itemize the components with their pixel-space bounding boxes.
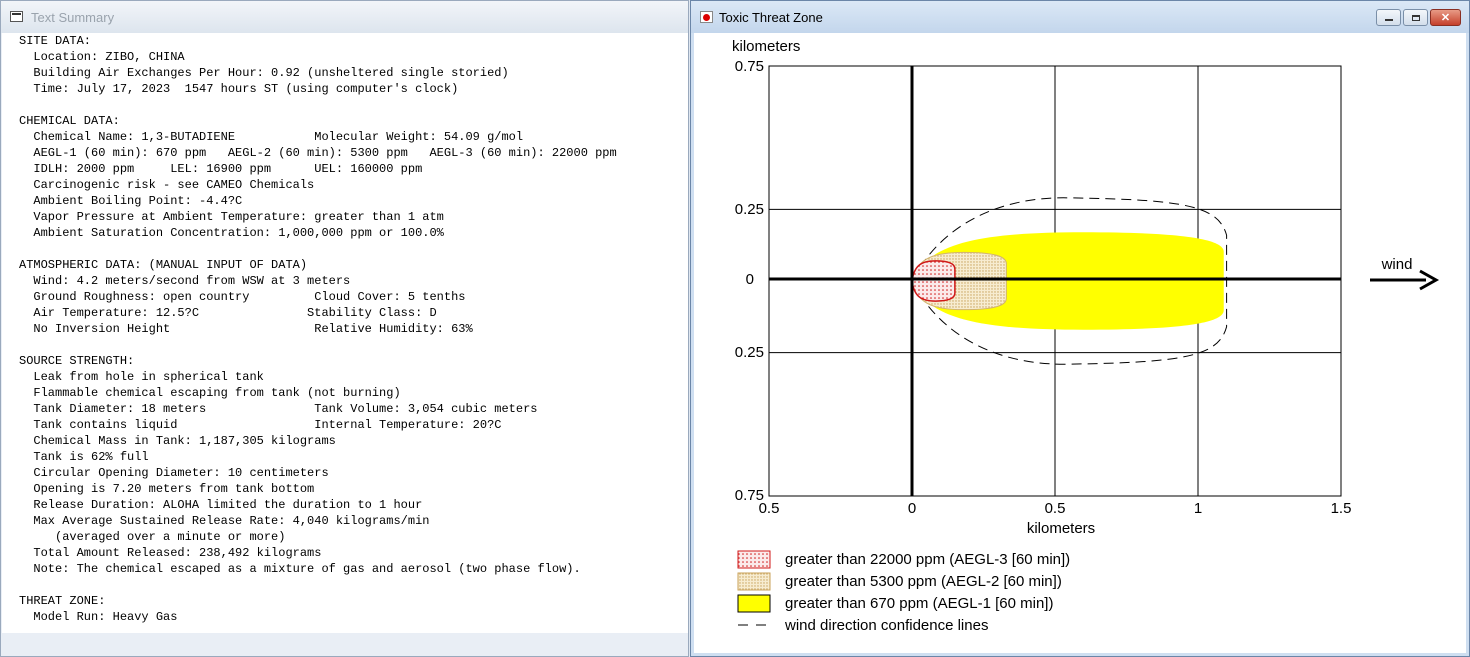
threat-zone-plot: kilometers 0.75 0.25 0 0.25 0.75 0.5 0 0… <box>732 38 1440 634</box>
y-tick-label: 0.25 <box>735 344 764 361</box>
maximize-icon <box>1411 14 1420 21</box>
legend-label-aegl3: greater than 22000 ppm (AEGL-3 [60 min]) <box>785 551 1070 568</box>
x-tick-label: 1.5 <box>1331 500 1352 517</box>
text-summary-body[interactable]: SITE DATA: Location: ZIBO, CHINA Buildin… <box>2 33 688 633</box>
close-button[interactable]: ✕ <box>1430 9 1461 26</box>
minimize-button[interactable] <box>1376 9 1401 26</box>
legend-label-aegl1: greater than 670 ppm (AEGL-1 [60 min]) <box>785 595 1053 612</box>
x-axis-label: kilometers <box>1027 520 1095 537</box>
chart-area: kilometers 0.75 0.25 0 0.25 0.75 0.5 0 0… <box>694 33 1466 653</box>
threat-zone-window: Toxic Threat Zone ✕ kilometers 0.75 0.25… <box>690 0 1470 657</box>
legend-swatch-aegl2 <box>737 572 771 591</box>
text-summary-window: Text Summary SITE DATA: Location: ZIBO, … <box>0 0 689 657</box>
legend-swatch-aegl1 <box>737 594 771 613</box>
report-text: SITE DATA: Location: ZIBO, CHINA Buildin… <box>19 34 617 624</box>
y-tick-label: 0.25 <box>735 201 764 218</box>
minimize-icon <box>1384 18 1393 21</box>
legend-label-aegl2: greater than 5300 ppm (AEGL-2 [60 min]) <box>785 573 1062 590</box>
y-tick-label: 0.75 <box>735 58 764 75</box>
wind-label: wind <box>1381 256 1413 273</box>
text-summary-title: Text Summary <box>31 10 115 25</box>
legend-swatch-aegl3 <box>737 550 771 569</box>
window-app-icon <box>10 11 23 22</box>
wind-arrow-icon <box>1370 269 1440 291</box>
y-axis-label: kilometers <box>732 38 800 55</box>
zone-aegl3 <box>911 260 956 302</box>
x-tick-label: 0.5 <box>759 500 780 517</box>
y-tick-label: 0 <box>746 271 754 288</box>
threat-zone-titlebar[interactable]: Toxic Threat Zone ✕ <box>691 1 1469 33</box>
threat-zone-title: Toxic Threat Zone <box>719 10 823 25</box>
legend-label-confidence: wind direction confidence lines <box>784 617 988 634</box>
threat-zone-icon <box>700 11 713 23</box>
x-tick-label: 0 <box>908 500 916 517</box>
maximize-button[interactable] <box>1403 9 1428 26</box>
text-summary-titlebar[interactable]: Text Summary <box>1 1 688 33</box>
x-tick-label: 1 <box>1194 500 1202 517</box>
horizontal-scrollbar[interactable] <box>2 633 688 656</box>
x-tick-label: 0.5 <box>1045 500 1066 517</box>
close-icon: ✕ <box>1440 12 1451 24</box>
